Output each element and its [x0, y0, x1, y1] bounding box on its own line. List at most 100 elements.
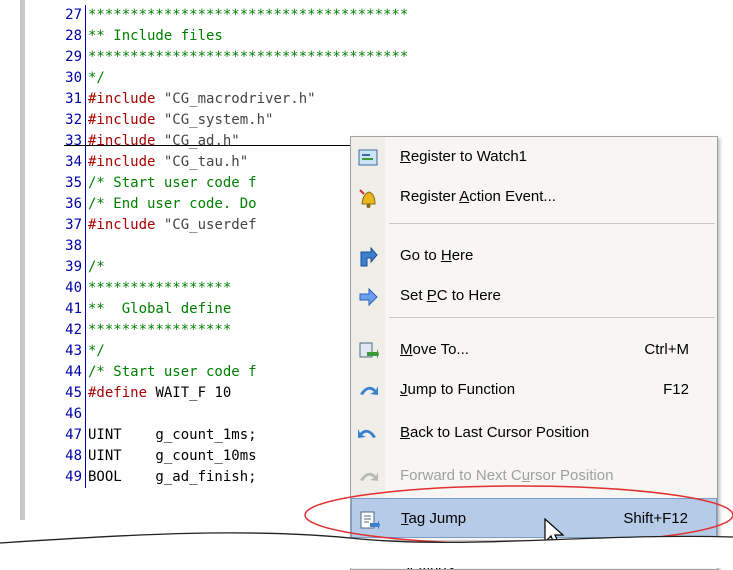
- menu-item-move-to[interactable]: Move To... Ctrl+M: [351, 330, 717, 370]
- code-token: */: [88, 70, 105, 86]
- line-number-separator: [85, 467, 86, 488]
- line-number-separator: [85, 341, 86, 362]
- line-number: 40: [65, 280, 82, 296]
- menu-item-label: Go to Here: [400, 247, 474, 264]
- menu-item-label: Back to Last Cursor Position: [400, 424, 590, 441]
- code-token: #include: [88, 112, 156, 128]
- line-number: 42: [65, 322, 82, 338]
- line-number-separator: [85, 446, 86, 467]
- bell-icon: [359, 189, 376, 208]
- code-text: **************************************: [88, 5, 408, 26]
- menu-item-label: Set PC to Here: [400, 287, 501, 304]
- code-text: ** Global define: [88, 299, 231, 320]
- code-text: #include "CG_macrodriver.h": [88, 89, 316, 110]
- code-line[interactable]: 33 #include "CG_ad.h": [48, 131, 240, 152]
- code-text: **************************************: [88, 47, 408, 68]
- code-text: #include "CG_system.h": [88, 110, 273, 131]
- code-line[interactable]: 41 ** Global define: [48, 299, 231, 320]
- code-line[interactable]: 45 #define WAIT_F 10: [48, 383, 231, 404]
- code-line[interactable]: 37 #include "CG_userdef: [48, 215, 257, 236]
- code-token: #define: [88, 385, 148, 401]
- code-token: "CG_ad.h": [155, 133, 240, 149]
- code-line[interactable]: 39 /*: [48, 257, 105, 278]
- watch-icon: [358, 149, 378, 166]
- code-line[interactable]: 43 */: [48, 341, 105, 362]
- back-arrow-icon: [358, 429, 376, 438]
- code-text: /* Start user code f: [88, 173, 257, 194]
- menu-item-register-action-event[interactable]: Register Action Event...: [351, 177, 717, 217]
- editor-margin: [0, 0, 22, 520]
- text-cursor-underline: [64, 145, 364, 146]
- code-line[interactable]: 38: [48, 236, 88, 257]
- code-line[interactable]: 49 BOOL g_ad_finish;: [48, 467, 257, 488]
- line-number: 47: [65, 427, 82, 443]
- line-number-separator: [85, 257, 86, 278]
- menu-separator: [389, 317, 715, 318]
- code-text: #include "CG_userdef: [88, 215, 257, 236]
- code-line[interactable]: 31 #include "CG_macrodriver.h": [48, 89, 316, 110]
- code-token: /* End user code. Do: [88, 196, 257, 212]
- line-number: 39: [65, 259, 82, 275]
- line-number: 37: [65, 217, 82, 233]
- code-text: #include "CG_ad.h": [88, 131, 240, 152]
- code-text: BOOL g_ad_finish;: [88, 467, 257, 488]
- code-line[interactable]: 29 **************************************: [48, 47, 408, 68]
- code-line[interactable]: 40 *****************: [48, 278, 231, 299]
- code-line[interactable]: 48 UINT g_count_10ms: [48, 446, 257, 467]
- line-number: 48: [65, 448, 82, 464]
- code-token: #include: [88, 217, 156, 233]
- line-number: 44: [65, 364, 82, 380]
- line-number-separator: [85, 383, 86, 404]
- line-number-separator: [85, 131, 86, 152]
- code-text: /* End user code. Do: [88, 194, 257, 215]
- code-line[interactable]: 30 */: [48, 68, 105, 89]
- line-number-separator: [85, 68, 86, 89]
- menu-item-shortcut: Ctrl+M: [644, 341, 689, 358]
- code-text: UINT g_count_1ms;: [88, 425, 257, 446]
- menu-item-label: Register Action Event...: [400, 188, 556, 205]
- code-line[interactable]: 32 #include "CG_system.h": [48, 110, 273, 131]
- code-line[interactable]: 34 #include "CG_tau.h": [48, 152, 248, 173]
- code-token: "CG_macrodriver.h": [155, 91, 316, 107]
- line-number: 31: [65, 91, 82, 107]
- code-line[interactable]: 44 /* Start user code f: [48, 362, 257, 383]
- code-line[interactable]: 27 **************************************: [48, 5, 408, 26]
- line-number: 46: [65, 406, 82, 422]
- code-token: *****************: [88, 322, 232, 338]
- code-token: UINT g_count_10ms: [88, 448, 257, 464]
- menu-item-register-to-watch1[interactable]: Register to Watch1: [351, 137, 717, 177]
- code-line[interactable]: 28 ** Include files: [48, 26, 223, 47]
- line-number-separator: [85, 320, 86, 341]
- code-line[interactable]: 46: [48, 404, 88, 425]
- code-token: /* Start user code f: [88, 364, 257, 380]
- code-token: "CG_userdef: [155, 217, 257, 233]
- line-number: 33: [65, 133, 82, 149]
- menu-item-jump-to-function[interactable]: Jump to Function F12: [351, 370, 717, 410]
- code-line[interactable]: 36 /* End user code. Do: [48, 194, 257, 215]
- code-token: ** Include files: [88, 28, 223, 44]
- line-number-separator: [85, 425, 86, 446]
- menu-item-go-to-here[interactable]: Go to Here: [351, 236, 717, 276]
- line-number-separator: [85, 278, 86, 299]
- code-token: "CG_tau.h": [155, 154, 249, 170]
- code-token: /*: [88, 259, 105, 275]
- line-number-separator: [85, 89, 86, 110]
- menu-item-label: Jump to Function: [400, 381, 516, 398]
- code-token: *****************: [88, 280, 232, 296]
- menu-item-label: Register to Watch1: [400, 148, 528, 165]
- code-token: "CG_system.h": [155, 112, 274, 128]
- menu-item-set-pc-to-here[interactable]: Set PC to Here: [351, 276, 717, 316]
- menu-item-label: Move To...: [400, 341, 469, 358]
- line-number-separator: [85, 47, 86, 68]
- menu-item-back-to-last-cursor[interactable]: Back to Last Cursor Position: [351, 413, 717, 453]
- code-token: WAIT_F 10: [147, 385, 232, 401]
- code-token: #include: [88, 91, 156, 107]
- code-token: **************************************: [88, 49, 409, 65]
- line-number: 29: [65, 49, 82, 65]
- code-token: BOOL g_ad_finish;: [88, 469, 257, 485]
- code-line[interactable]: 42 *****************: [48, 320, 231, 341]
- code-token: **************************************: [88, 7, 409, 23]
- code-line[interactable]: 47 UINT g_count_1ms;: [48, 425, 257, 446]
- code-text: UINT g_count_10ms: [88, 446, 257, 467]
- code-line[interactable]: 35 /* Start user code f: [48, 173, 257, 194]
